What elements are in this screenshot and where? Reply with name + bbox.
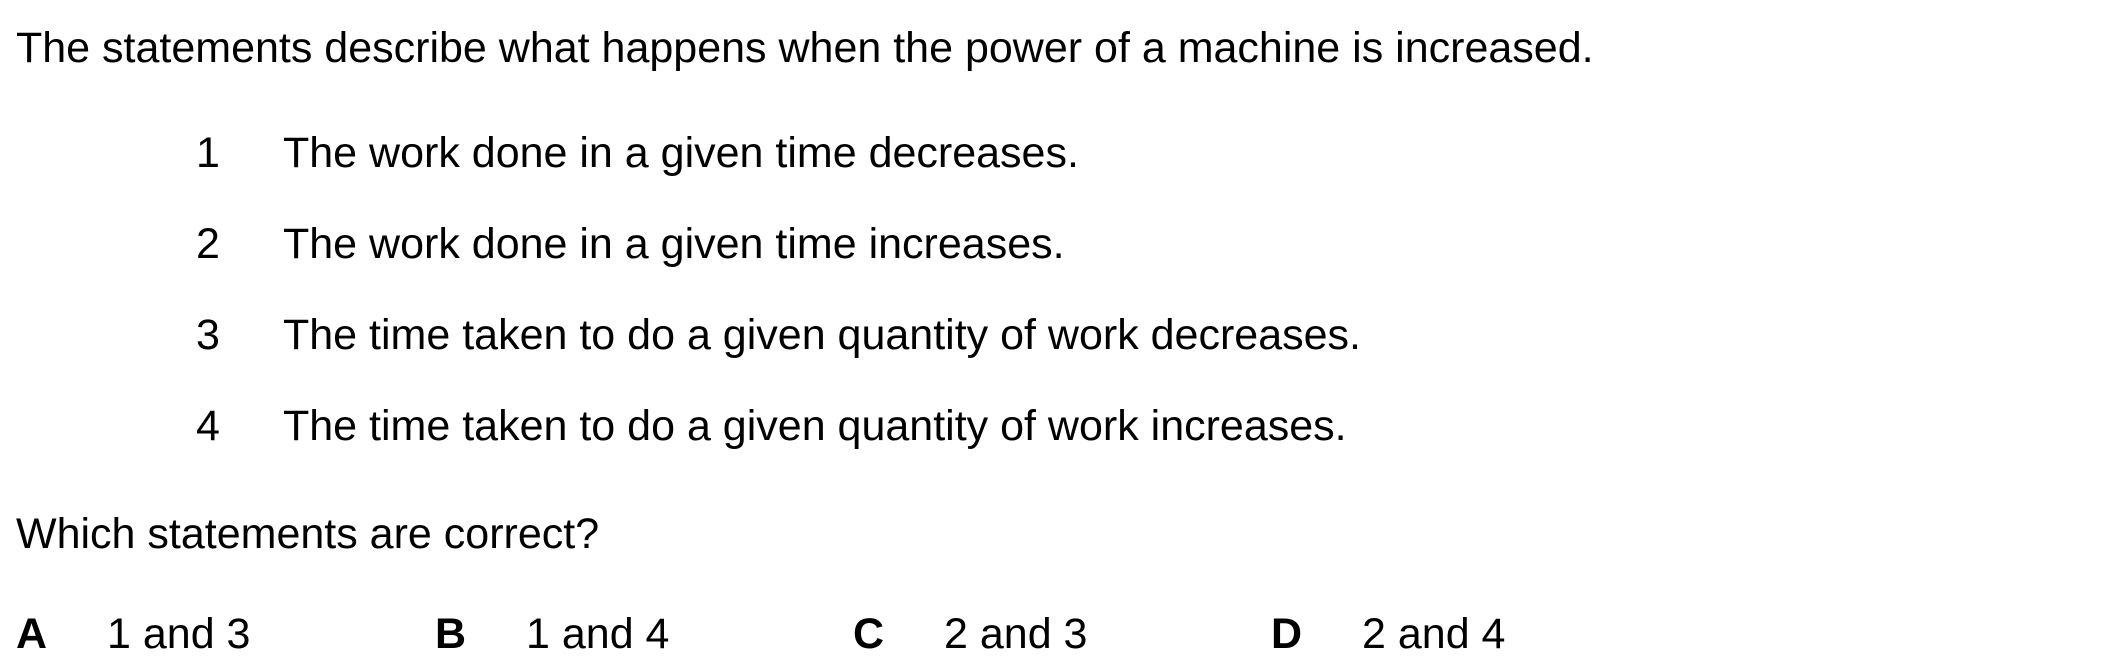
question-page: The statements describe what happens whe…	[0, 0, 2101, 669]
statement-number: 4	[196, 402, 220, 450]
option-b[interactable]: B 1 and 4	[435, 613, 669, 656]
option-letter: C	[853, 610, 885, 658]
question-prompt: Which statements are correct?	[16, 510, 600, 558]
option-text: 1 and 4	[526, 610, 670, 658]
statement-text: The time taken to do a given quantity of…	[283, 402, 1347, 450]
option-text: 2 and 3	[944, 610, 1088, 658]
option-text: 1 and 3	[107, 610, 251, 658]
option-c[interactable]: C 2 and 3	[853, 613, 1087, 656]
statement-number: 3	[196, 311, 220, 359]
statement-text: The work done in a given time increases.	[283, 220, 1065, 268]
statement-text: The time taken to do a given quantity of…	[283, 311, 1361, 359]
option-a[interactable]: A 1 and 3	[16, 613, 250, 656]
option-text: 2 and 4	[1362, 610, 1506, 658]
statement-number: 2	[196, 220, 220, 268]
option-d[interactable]: D 2 and 4	[1271, 613, 1505, 656]
statement-number: 1	[196, 129, 220, 177]
question-intro: The statements describe what happens whe…	[16, 24, 1594, 72]
statement-text: The work done in a given time decreases.	[283, 129, 1079, 177]
option-letter: A	[16, 610, 48, 658]
option-letter: B	[435, 610, 467, 658]
option-letter: D	[1271, 610, 1303, 658]
